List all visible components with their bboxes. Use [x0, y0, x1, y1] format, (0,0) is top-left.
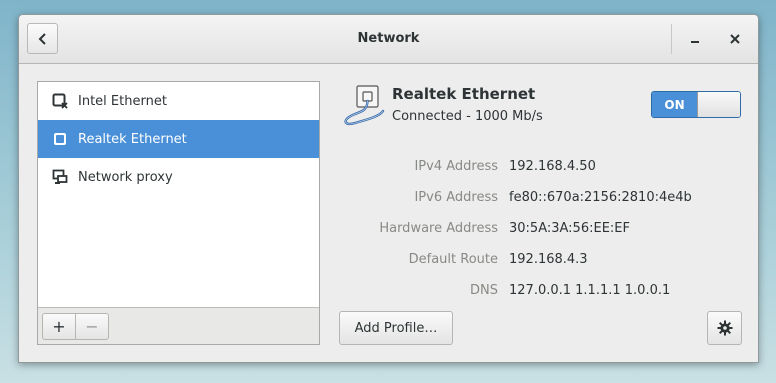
- gear-icon: [717, 320, 732, 336]
- property-label: Hardware Address: [379, 221, 498, 236]
- close-button[interactable]: [725, 29, 745, 49]
- device-status: Connected - 1000 Mb/s: [392, 109, 543, 124]
- header-bar: Network: [19, 15, 758, 64]
- device-item-label: Intel Ethernet: [78, 93, 167, 109]
- property-value: 192.168.4.3: [509, 252, 588, 267]
- device-list: Intel Ethernet Realtek Ethernet Network …: [38, 82, 319, 308]
- switch-on-label: ON: [652, 92, 697, 117]
- device-details: Realtek Ethernet Connected - 1000 Mb/s O…: [339, 81, 743, 345]
- property-value: 127.0.0.1 1.1.1.1 1.0.0.1: [509, 283, 671, 298]
- switch-knob[interactable]: [697, 92, 740, 117]
- property-label: Default Route: [408, 252, 498, 267]
- property-label: IPv4 Address: [414, 159, 498, 174]
- minimize-icon: [691, 41, 699, 43]
- property-row-default-route: Default Route 192.168.4.3: [339, 252, 743, 272]
- ethernet-disconnected-icon: [51, 92, 69, 110]
- minimize-button[interactable]: [685, 29, 705, 49]
- add-device-button[interactable]: +: [42, 313, 76, 340]
- header-separator: [671, 24, 672, 54]
- property-row-dns: DNS 127.0.0.1 1.1.1.1 1.0.0.1: [339, 283, 743, 303]
- ethernet-cable-icon: [344, 85, 385, 126]
- device-item-intel-ethernet[interactable]: Intel Ethernet: [38, 82, 319, 120]
- ethernet-icon: [51, 130, 69, 148]
- device-item-label: Realtek Ethernet: [78, 131, 187, 147]
- device-power-switch[interactable]: ON: [651, 91, 741, 118]
- property-value: fe80::670a:2156:2810:4e4b: [509, 190, 692, 205]
- device-item-realtek-ethernet[interactable]: Realtek Ethernet: [38, 120, 319, 158]
- property-label: DNS: [470, 283, 498, 298]
- minus-icon: −: [85, 317, 99, 336]
- device-item-label: Network proxy: [78, 169, 173, 185]
- device-name: Realtek Ethernet: [392, 85, 536, 103]
- close-icon: [730, 34, 740, 44]
- network-proxy-icon: [51, 168, 69, 186]
- window-title: Network: [357, 31, 420, 46]
- property-label: IPv6 Address: [414, 190, 498, 205]
- property-value: 30:5A:3A:56:EE:EF: [509, 221, 630, 236]
- property-row-ipv4: IPv4 Address 192.168.4.50: [339, 159, 743, 179]
- device-list-toolbar: + −: [38, 307, 319, 344]
- settings-button[interactable]: [707, 311, 742, 345]
- property-row-ipv6: IPv6 Address fe80::670a:2156:2810:4e4b: [339, 190, 743, 210]
- device-sidebar: Intel Ethernet Realtek Ethernet Network …: [37, 81, 320, 345]
- plus-icon: +: [52, 317, 66, 336]
- device-item-network-proxy[interactable]: Network proxy: [38, 158, 319, 196]
- remove-device-button[interactable]: −: [75, 313, 109, 340]
- property-value: 192.168.4.50: [509, 159, 596, 174]
- property-row-hardware: Hardware Address 30:5A:3A:56:EE:EF: [339, 221, 743, 241]
- network-window: Network Intel Ethernet Realtek Ethernet …: [18, 14, 759, 363]
- add-profile-label: Add Profile…: [354, 320, 438, 336]
- add-profile-button[interactable]: Add Profile…: [339, 311, 453, 345]
